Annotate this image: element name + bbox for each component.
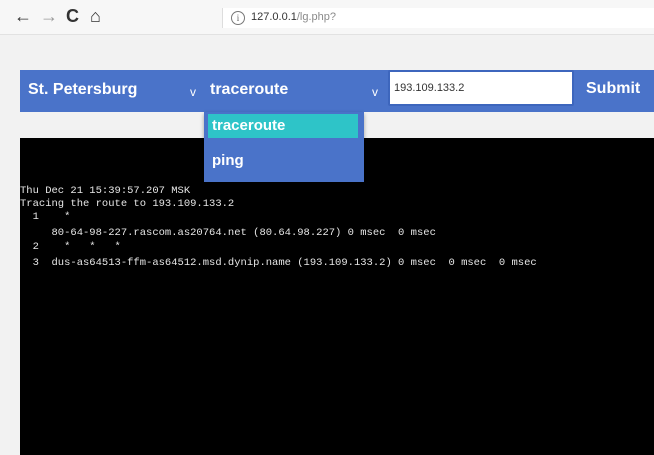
- output-line: Thu Dec 21 15:39:57.207 MSK: [20, 185, 191, 197]
- output-line: Tracing the route to 193.109.133.2: [20, 198, 235, 210]
- url-host: 127.0.0.1: [251, 11, 297, 23]
- tool-dropdown-arrow-icon[interactable]: v: [372, 82, 378, 102]
- home-icon[interactable]: ⌂: [90, 6, 101, 26]
- looking-glass-form: St. Petersburg v traceroute v Submit: [20, 70, 654, 112]
- location-select[interactable]: St. Petersburg: [28, 80, 137, 100]
- traceroute-output: Thu Dec 21 15:39:57.207 MSK Tracing the …: [20, 138, 654, 455]
- location-dropdown-arrow-icon[interactable]: v: [190, 82, 196, 102]
- option-traceroute[interactable]: traceroute: [208, 114, 358, 138]
- tool-select[interactable]: traceroute: [210, 80, 288, 100]
- output-line: 1 *: [20, 211, 71, 223]
- url-text[interactable]: 127.0.0.1/lg.php?: [251, 11, 336, 23]
- option-ping[interactable]: ping: [208, 149, 358, 173]
- back-arrow-icon[interactable]: ←: [14, 6, 32, 26]
- submit-button[interactable]: Submit: [586, 70, 654, 108]
- tool-dropdown-menu: traceroute ping: [204, 112, 364, 182]
- output-line: 2 * * *: [20, 241, 121, 253]
- info-icon[interactable]: i: [231, 11, 245, 25]
- address-bar[interactable]: i 127.0.0.1/lg.php?: [222, 8, 654, 28]
- reload-icon[interactable]: C: [66, 6, 79, 26]
- browser-toolbar: ← → C ⌂ i 127.0.0.1/lg.php?: [0, 0, 654, 35]
- url-path: /lg.php?: [296, 11, 337, 23]
- forward-arrow-icon[interactable]: →: [40, 6, 58, 26]
- output-line: 3 dus-as64513-ffm-as64512.msd.dynip.name…: [20, 257, 537, 269]
- host-input[interactable]: [388, 70, 574, 106]
- output-line: 80-64-98-227.rascom.as20764.net (80.64.9…: [20, 227, 436, 239]
